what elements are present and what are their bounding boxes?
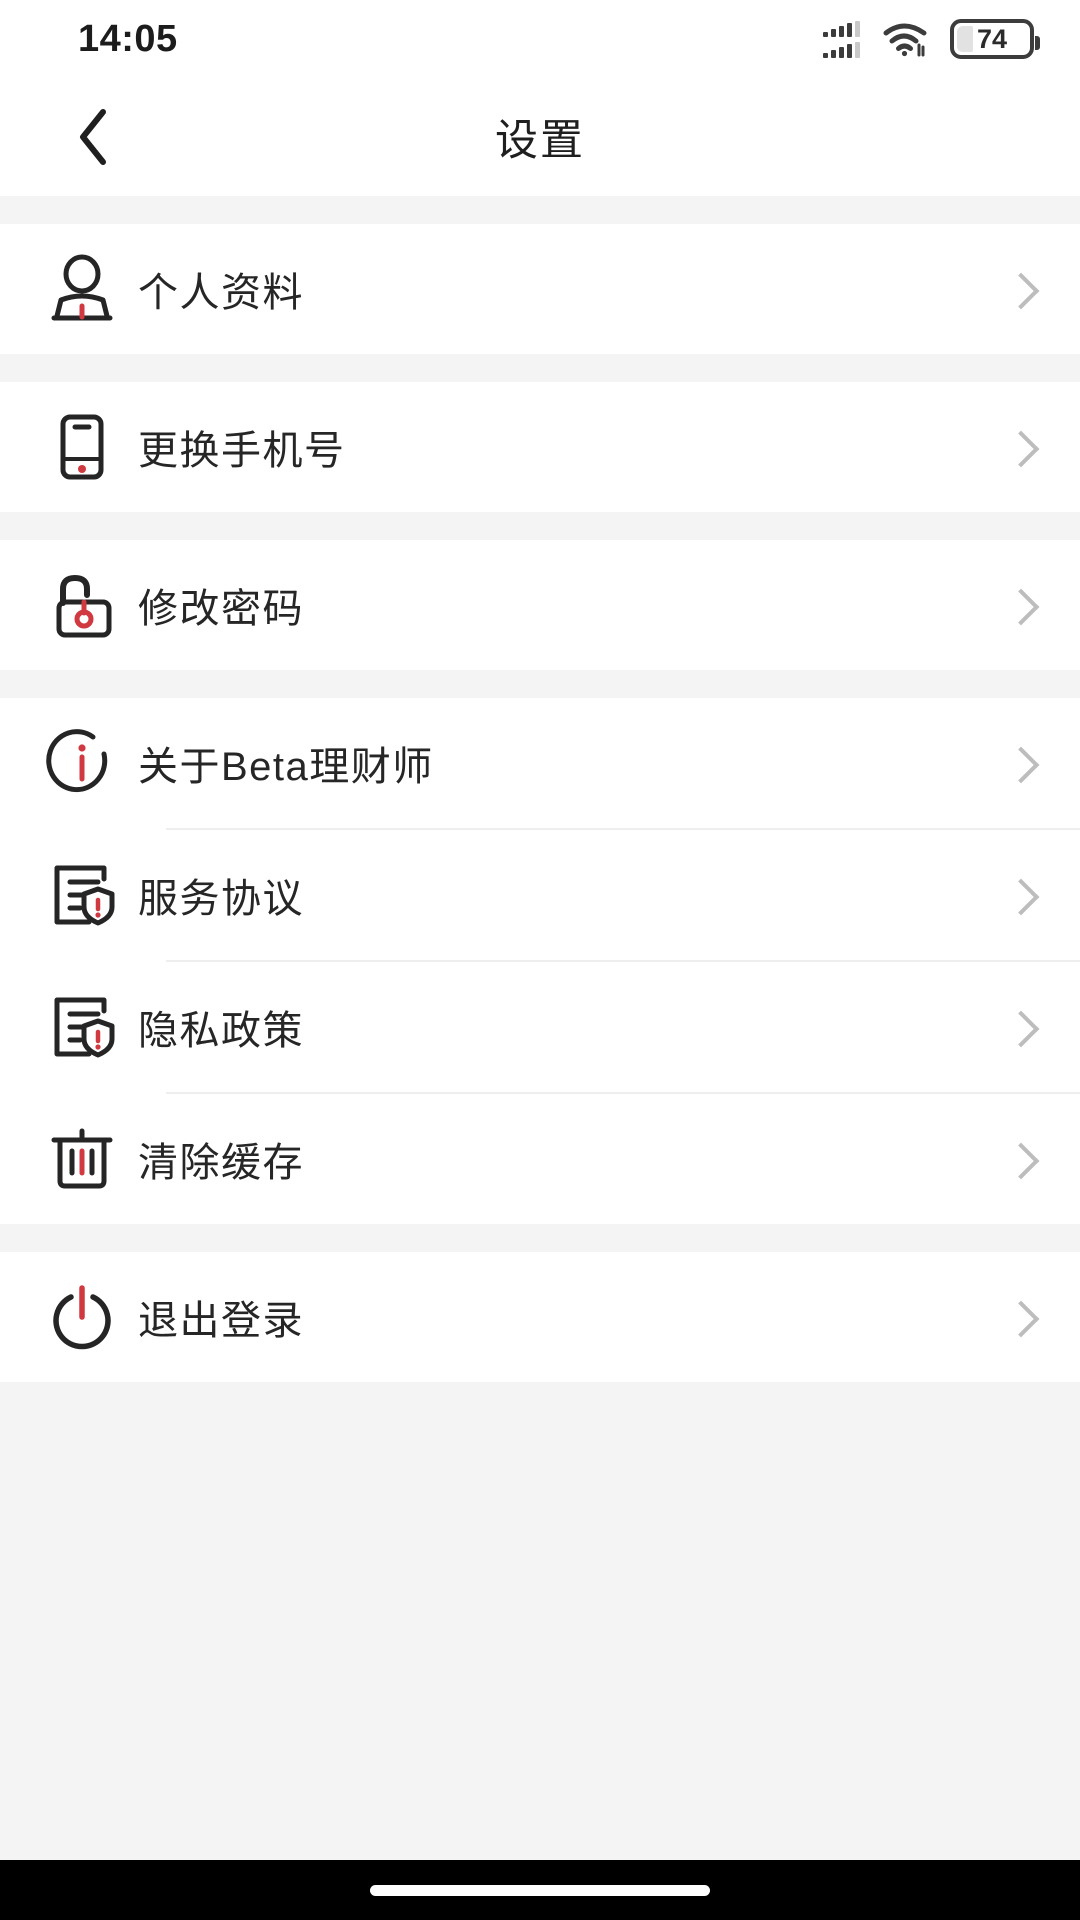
info-circle-icon [34,727,130,799]
mobile-phone-icon [34,411,130,483]
back-button[interactable] [38,78,148,196]
settings-row-label: 清除缓存 [138,1141,304,1185]
settings-row-service-agreement[interactable]: 服务协议 [0,830,1080,960]
user-profile-icon [34,253,130,325]
system-home-bar [0,1860,1080,1920]
section-gap [0,196,1080,224]
chevron-right-icon [1004,430,1038,464]
settings-row-label: 修改密码 [138,587,304,631]
trash-can-icon [34,1123,130,1195]
settings-screen: 14:05 74 设置 个人资料 更换手机号 修改密码 关于Beta理财师 服务… [0,0,1080,1920]
chevron-right-icon [1004,1010,1038,1044]
cellular-signal-icon [823,20,860,58]
chevron-left-icon [76,107,110,167]
settings-row-label: 关于Beta理财师 [138,745,434,789]
unlock-padlock-icon [34,569,130,641]
settings-row-profile[interactable]: 个人资料 [0,224,1080,354]
page-title: 设置 [495,117,585,165]
chevron-right-icon [1004,1300,1038,1334]
battery-icon: 74 [950,19,1040,59]
status-bar: 14:05 74 [0,0,1080,78]
settings-group-password: 修改密码 [0,540,1080,670]
chevron-right-icon [1004,746,1038,780]
settings-list: 个人资料 更换手机号 修改密码 关于Beta理财师 服务协议 隐私政策 清除缓存… [0,196,1080,1860]
wifi-icon [882,21,928,57]
chevron-right-icon [1004,878,1038,912]
home-indicator[interactable] [370,1884,710,1896]
settings-row-label: 个人资料 [138,271,304,315]
settings-group-account: 个人资料 [0,224,1080,354]
settings-group-phone: 更换手机号 [0,382,1080,512]
settings-row-clear-cache[interactable]: 清除缓存 [0,1094,1080,1224]
battery-fill [957,26,973,52]
settings-group-session: 退出登录 [0,1252,1080,1382]
settings-row-label: 服务协议 [138,877,304,921]
settings-group-info: 关于Beta理财师 服务协议 隐私政策 清除缓存 [0,698,1080,1224]
section-gap [0,512,1080,540]
document-shield-icon [34,991,130,1063]
settings-row-label: 隐私政策 [138,1009,304,1053]
navigation-bar: 设置 [0,78,1080,196]
power-off-icon [34,1281,130,1353]
section-gap [0,670,1080,698]
status-bar-clock: 14:05 [78,17,178,60]
chevron-right-icon [1004,272,1038,306]
document-shield-icon [34,859,130,931]
settings-row-label: 更换手机号 [138,429,346,473]
section-gap [0,1224,1080,1252]
settings-row-about[interactable]: 关于Beta理财师 [0,698,1080,828]
status-bar-indicators: 74 [823,19,1040,59]
settings-row-change-phone[interactable]: 更换手机号 [0,382,1080,512]
settings-row-logout[interactable]: 退出登录 [0,1252,1080,1382]
battery-level-label: 74 [976,23,1008,54]
chevron-right-icon [1004,588,1038,622]
section-gap [0,354,1080,382]
settings-row-label: 退出登录 [138,1299,304,1343]
chevron-right-icon [1004,1142,1038,1176]
settings-row-privacy-policy[interactable]: 隐私政策 [0,962,1080,1092]
settings-row-change-password[interactable]: 修改密码 [0,540,1080,670]
